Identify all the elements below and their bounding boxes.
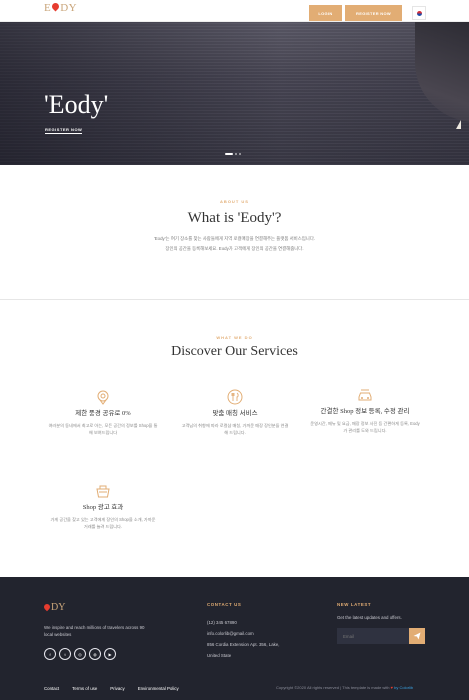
social-links: f t ◎ ◍ ▶ — [44, 648, 116, 660]
service-description: 고객님의 취향에 따라 로컬샵 매칭, 가까운 매장 장인분들 연결해 드립니다… — [181, 423, 289, 435]
copyright: Copyright ©2020 All rights reserved | Th… — [276, 684, 426, 691]
logo-text-after: DY — [60, 2, 78, 14]
services-title: Discover Our Services — [171, 344, 298, 359]
heart-icon: ♥ — [390, 685, 394, 690]
contact-address-line1: 856 Cordia Extension Apt. 356, Lake, — [207, 642, 280, 647]
service-card: 간결한 Shop 정보 등록, 수정 관리 운영시간, 메뉴 및 요금, 매장 … — [310, 387, 420, 434]
footer-tagline: We inspire and reach millions of travele… — [44, 625, 145, 637]
map-pin-icon — [42, 602, 52, 612]
service-title: 맞춤 매칭 서비스 — [212, 410, 258, 417]
newsletter-email-input[interactable] — [337, 628, 409, 644]
hero-register-link[interactable]: REGISTER NOW — [45, 127, 83, 134]
footer-link-privacy[interactable]: Privacy — [110, 686, 124, 691]
footer-link-terms[interactable]: Terms of use — [72, 686, 97, 691]
contact-heading: CONTACT US — [207, 602, 242, 607]
slider-dot[interactable] — [239, 153, 241, 155]
sailboat-graphic — [456, 120, 461, 129]
send-icon — [413, 632, 421, 640]
logo[interactable]: E DY — [44, 1, 78, 14]
service-title: 제한 풍경 공유로 0% — [75, 410, 131, 417]
restaurant-icon — [227, 389, 243, 405]
service-description: 운영시간, 메뉴 및 요금, 매장 정보 사진 등 간편하게 등록, Eody가… — [310, 421, 420, 433]
header: E DY LOGIN REGISTER NOW — [0, 0, 469, 22]
service-description: 가게 공간을 찾고 있는 고객에게 장인의 Shop을 소개, 가까운 거래를 … — [50, 517, 156, 529]
footer-links: Contact Terms of use Privacy Environment… — [44, 686, 179, 691]
login-button[interactable]: LOGIN — [309, 5, 342, 21]
footer-logo[interactable]: DY — [42, 602, 66, 613]
youtube-icon[interactable]: ▶ — [104, 648, 116, 660]
basket-icon — [96, 485, 110, 498]
slider-dot[interactable] — [225, 153, 233, 155]
copyright-text: Copyright ©2020 All rights reserved | Th… — [276, 685, 390, 690]
footer-link-environmental-policy[interactable]: Environmental Policy — [138, 686, 179, 691]
service-card: Shop 광고 효과 가게 공간을 찾고 있는 고객에게 장인의 Shop을 소… — [48, 483, 158, 530]
language-flag-icon[interactable] — [412, 6, 426, 20]
service-description: 여러분의 동네에서 최고로 아는, 모든 공간의 정보를 Shop을 통해 보여… — [48, 423, 158, 435]
slider-dots — [225, 153, 241, 155]
service-title: Shop 광고 효과 — [82, 504, 124, 511]
footer: DY We inspire and reach millions of trav… — [0, 577, 469, 700]
service-card: 맞춤 매칭 서비스 고객님의 취향에 따라 로컬샵 매칭, 가까운 매장 장인분… — [180, 389, 290, 436]
contact-address-line2: United State — [207, 653, 232, 658]
newsletter-submit-button[interactable] — [409, 628, 425, 644]
instagram-icon[interactable]: ◎ — [74, 648, 86, 660]
footer-link-contact[interactable]: Contact — [44, 686, 59, 691]
twitter-icon[interactable]: t — [59, 648, 71, 660]
contact-phone[interactable]: (12) 345 67890 — [207, 617, 280, 628]
about-text-line2: 장인의 공간을 등록해보세요. Eody가 고객에게 장인의 공간을 연결해줍니… — [165, 246, 304, 251]
section-divider — [0, 299, 469, 300]
slider-dot[interactable] — [235, 153, 237, 155]
contact-email[interactable]: info.colorlib@gmail.com — [207, 628, 280, 639]
register-button[interactable]: REGISTER NOW — [345, 5, 402, 21]
car-icon — [358, 389, 372, 401]
logo-text-before: E — [44, 2, 52, 14]
service-card: 제한 풍경 공유로 0% 여러분의 동네에서 최고로 아는, 모든 공간의 정보… — [48, 389, 158, 436]
facebook-icon[interactable]: f — [44, 648, 56, 660]
services-eyebrow: WHAT WE DO — [216, 335, 253, 340]
hero-banner: 'Eody' REGISTER NOW — [0, 22, 469, 165]
map-pin-icon — [97, 390, 109, 405]
newsletter-text: Get the latest updates and offers. — [337, 615, 402, 620]
about-title: What is 'Eody'? — [187, 210, 282, 226]
dribbble-icon[interactable]: ◍ — [89, 648, 101, 660]
footer-logo-text: DY — [51, 602, 66, 613]
contact-info: (12) 345 67890 info.colorlib@gmail.com 8… — [207, 617, 280, 661]
hero-title: 'Eody' — [44, 90, 109, 119]
credit-link[interactable]: by Colorlib — [394, 685, 413, 690]
about-eyebrow: ABOUT US — [220, 199, 249, 204]
newsletter-heading: NEW LATEST — [337, 602, 372, 607]
about-text-line1: 'Eody'는 여기 장소를 찾는 사람들에게 지역 로컬매장을 연결해주는 플… — [153, 236, 316, 241]
hero-background — [415, 22, 469, 122]
service-title: 간결한 Shop 정보 등록, 수정 관리 — [320, 408, 410, 415]
